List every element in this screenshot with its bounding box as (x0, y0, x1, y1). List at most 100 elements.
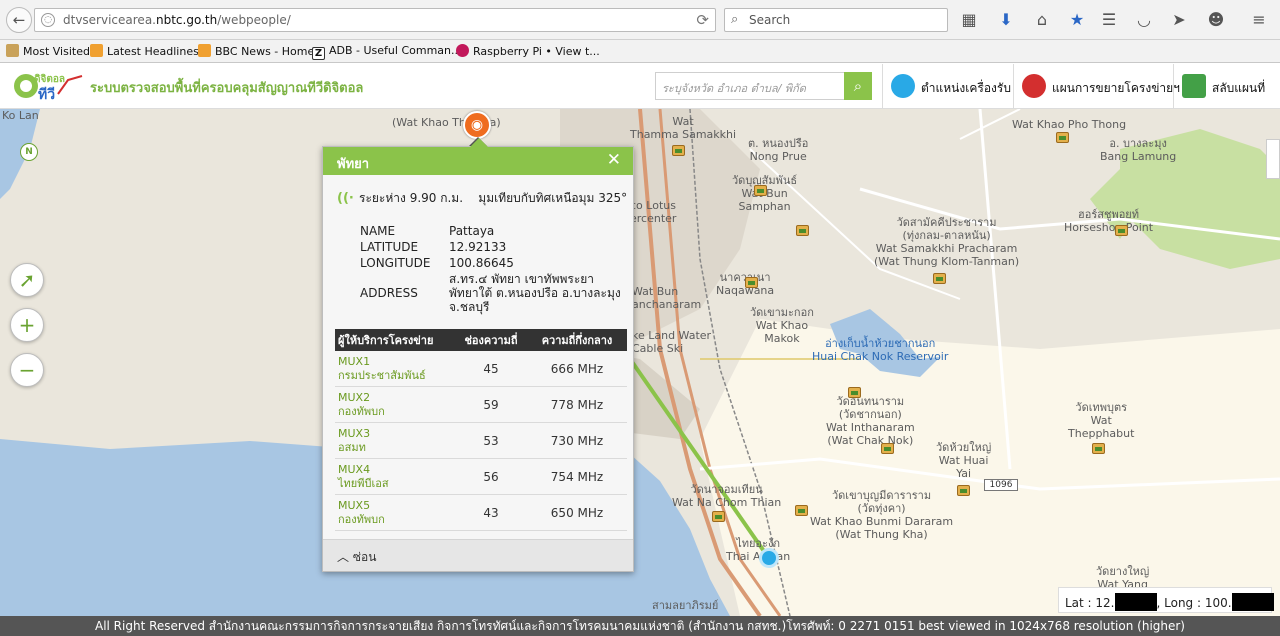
mux-table: ผู้ให้บริการโครงข่าย ช่องความถี่ ความถี่… (335, 329, 627, 531)
place-search-input[interactable]: ระบุจังหวัด อำเภอ ตำบล/ พิกัด (655, 72, 845, 100)
map-canvas[interactable]: Ko Lan (Wat Khao Tha...ya) Wat Thamma Sa… (0, 109, 1280, 616)
place-search-button[interactable]: ⌕ (844, 72, 872, 100)
mux-label: MUX1 (338, 354, 371, 368)
bookmark-raspberry-pi[interactable]: Raspberry Pi • View t... (456, 44, 600, 58)
bookmark-bbc-news[interactable]: BBC News - Home (198, 44, 314, 58)
map-label-ko-lan: Ko Lan (2, 109, 39, 122)
temple-marker-icon[interactable] (848, 387, 861, 398)
field-label: LONGITUDE (360, 256, 431, 270)
popup-header: พัทยา ✕ (323, 147, 633, 175)
dtv-logo[interactable]: ดิจิตอล ทีวี (12, 68, 84, 104)
url-bar[interactable]: ◌ dtvservicearea.nbtc.go.th/webpeople/ ⟳ (34, 8, 716, 32)
broadcast-tower-icon[interactable]: ◉ (463, 111, 491, 139)
bookmark-icon (6, 44, 19, 57)
map-label-huai-yai: วัดห้วยใหญ่ Wat Huai Yai (936, 441, 992, 480)
provider-label: ไทยพีบีเอส (338, 476, 389, 490)
station-info-popup: พัทยา ✕ ((· ระยะห่าง 9.90 ก.ม. มุมเทียบกั… (322, 138, 634, 572)
rss-icon (198, 44, 211, 57)
reading-list-icon[interactable]: ☰ (1098, 9, 1120, 31)
column-header: ความถี่กึ่งกลาง (541, 334, 613, 347)
temple-marker-icon[interactable] (795, 505, 808, 516)
popup-pointer (470, 138, 488, 147)
map-label-nong-prue: ต. หนองปรือ Nong Prue (748, 137, 809, 163)
close-icon[interactable]: ✕ (607, 150, 621, 170)
map-label-wat-bun-nan: Wat Bun anchanaram (632, 285, 702, 311)
distance-text: ระยะห่าง 9.90 ก.ม. (359, 191, 464, 205)
temple-marker-icon[interactable] (712, 511, 725, 522)
compass-icon[interactable]: N (20, 143, 38, 161)
location-pin-icon (891, 74, 915, 98)
bookmarks-bar: Most Visited Latest Headlines BBC News -… (0, 40, 1280, 63)
temple-marker-icon[interactable] (745, 277, 758, 288)
raspberry-icon (456, 44, 469, 57)
mux-label: MUX2 (338, 390, 371, 404)
nav-label: สลับแผนที่ (1212, 81, 1266, 95)
hide-toggle[interactable]: ︿ ซ่อน (323, 539, 633, 571)
download-icon[interactable]: ⬇ (995, 9, 1017, 31)
channel-value: 53 (483, 433, 499, 448)
pocket-icon[interactable]: ◡ (1133, 9, 1155, 31)
menu-icon[interactable]: ≡ (1248, 9, 1270, 31)
table-row: MUX1 กรมประชาสัมพันธ์ 45 666 MHz (335, 351, 627, 387)
temple-marker-icon[interactable] (1056, 132, 1069, 143)
lat-long-readout: Lat : 12. , Long : 100. (1058, 587, 1274, 613)
bookmark-most-visited[interactable]: Most Visited (6, 44, 90, 58)
hide-label: ซ่อน (352, 550, 377, 564)
map-label-thepphabut: วัดเทพบุตร Wat Thepphabut (1068, 401, 1135, 440)
temple-marker-icon[interactable] (933, 273, 946, 284)
search-placeholder: Search (749, 13, 791, 27)
locate-button[interactable]: ➚ (10, 263, 44, 297)
temple-marker-icon[interactable] (1115, 225, 1128, 236)
temple-marker-icon[interactable] (754, 185, 767, 196)
page-footer: All Right Reserved สำนักงานคณะกรรมการกิจ… (0, 616, 1280, 636)
map-label-na-chom-thian: วัดนาจอมเทียน Wat Na Chom Thian (672, 483, 782, 509)
user-location-marker[interactable] (759, 548, 779, 568)
chat-icon[interactable]: ☻ (1205, 9, 1227, 31)
back-button[interactable]: ← (6, 7, 32, 33)
chevron-up-icon: ︿ (337, 550, 350, 564)
site-header: ดิจิตอล ทีวี ระบบตรวจสอบพื้นที่ครอบคลุมส… (0, 64, 1280, 109)
bookmark-star-icon[interactable]: ★ (1066, 9, 1088, 31)
svg-text:ทีวี: ทีวี (38, 87, 55, 103)
bearing-text: มุมเทียบกับทิศเหนือมุม 325° (478, 191, 628, 205)
temple-marker-icon[interactable] (957, 485, 970, 496)
temple-marker-icon[interactable] (796, 225, 809, 236)
map-label-lake-land-water: ke Land Water Cable Ski (632, 329, 712, 355)
frequency-value: 754 MHz (550, 469, 604, 484)
reload-icon[interactable]: ⟳ (696, 11, 709, 29)
zoom-out-button[interactable]: − (10, 353, 44, 387)
nav-network-plan[interactable]: แผนการขยายโครงข่ายฯ (1013, 64, 1180, 109)
provider-label: กองทัพบก (338, 512, 385, 526)
url-text: dtvservicearea.nbtc.go.th/webpeople/ (63, 13, 291, 27)
table-row: MUX4 ไทยพีบีเอส 56 754 MHz (335, 459, 627, 495)
hide-button[interactable]: ︿ ซ่อน (337, 548, 376, 567)
home-icon[interactable]: ⌂ (1031, 9, 1053, 31)
signal-icon: ((· (337, 191, 354, 206)
zoom-in-button[interactable]: + (10, 308, 44, 342)
nav-receiver-location[interactable]: ตำแหน่งเครื่องรับ (882, 64, 1013, 109)
send-icon[interactable]: ➤ (1168, 9, 1190, 31)
map-label-horseshoe: ฮอร์สชูพอยท์ Horseshoe Point (1064, 208, 1154, 234)
station-name: Pattaya (449, 224, 495, 238)
redacted-long (1231, 593, 1274, 611)
distance-row: ((· ระยะห่าง 9.90 ก.ม. มุมเทียบกับทิศเหนื… (337, 189, 627, 208)
redacted-lat (1114, 593, 1157, 611)
extension-icon[interactable]: ▦ (958, 9, 980, 31)
mux-label: MUX4 (338, 462, 371, 476)
bookmark-latest-headlines[interactable]: Latest Headlines (90, 44, 199, 58)
place-search-placeholder: ระบุจังหวัด อำเภอ ตำบล/ พิกัด (662, 82, 806, 95)
map-label-samakkhi: วัดสามัคคีประชาราม (ทุ่งกลม-ตาลหนัน) Wat… (874, 216, 1020, 268)
temple-marker-icon[interactable] (672, 145, 685, 156)
station-longitude: 100.86645 (449, 256, 514, 270)
map-label-lotus: co Lotus ercenter (630, 199, 677, 225)
browser-search-input[interactable]: ⌕ Search (724, 8, 948, 32)
temple-marker-icon[interactable] (881, 443, 894, 454)
column-header: ช่องความถี่ (464, 334, 518, 347)
bookmark-adb[interactable]: Z ADB - Useful Comman... (312, 44, 462, 60)
nav-switch-map[interactable]: สลับแผนที่ (1173, 64, 1280, 109)
channel-value: 45 (483, 361, 499, 376)
map-label-bang-lamung: อ. บางละมุง Bang Lamung (1100, 137, 1177, 163)
provider-label: กรมประชาสัมพันธ์ (338, 368, 426, 382)
side-panel-toggle[interactable] (1266, 139, 1280, 179)
temple-marker-icon[interactable] (1092, 443, 1105, 454)
